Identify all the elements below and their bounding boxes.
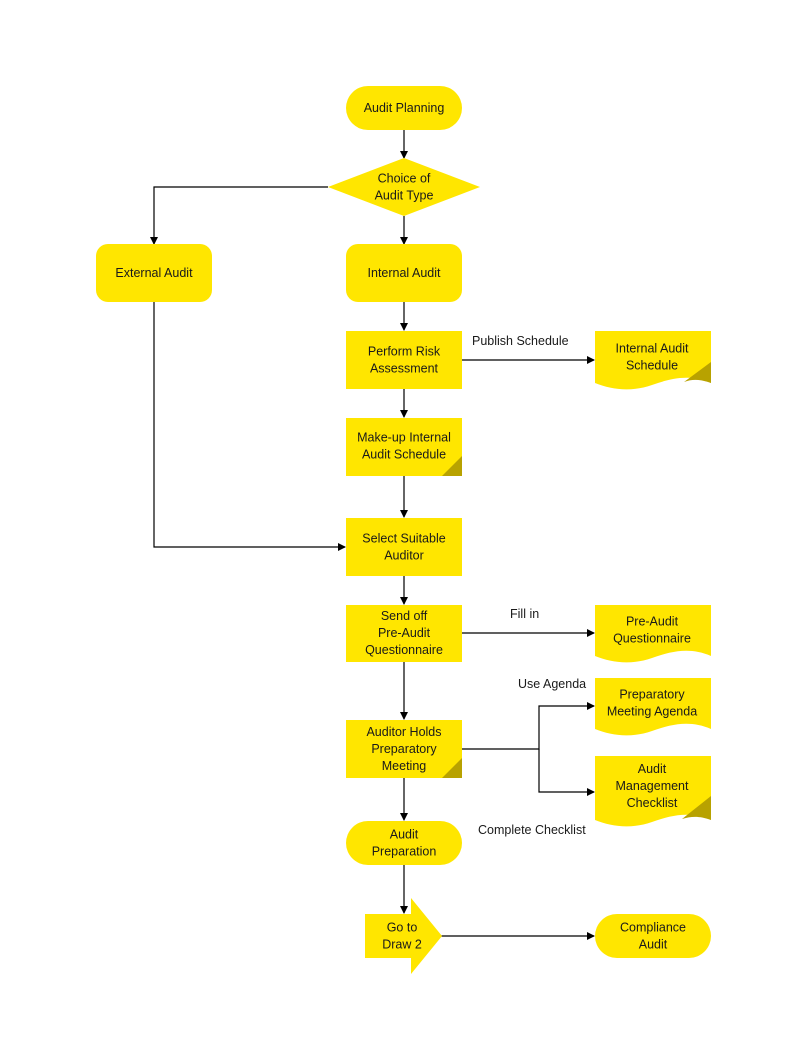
node-choice-audit-type[interactable]: Choice of Audit Type	[328, 158, 480, 216]
node-label-line: Choice of	[378, 172, 431, 186]
edge-meeting-to-agenda-doc	[462, 702, 595, 750]
node-label-line: Internal Audit	[368, 266, 441, 280]
node-label-line: Pre-Audit	[378, 626, 431, 640]
node-label-line: Schedule	[626, 359, 678, 373]
node-label-line: Audit Type	[375, 189, 434, 203]
edge-label-use-agenda: Use Agenda	[518, 677, 586, 691]
node-internal-audit[interactable]: Internal Audit	[346, 244, 462, 302]
edge-external-to-select	[153, 302, 346, 551]
edge-label-fill-in: Fill in	[510, 607, 539, 621]
node-label-line: Assessment	[370, 362, 439, 376]
node-label: Audit Planning	[364, 101, 445, 115]
node-label-line: Pre-Audit	[626, 615, 679, 629]
node-label-line: Preparation	[372, 845, 437, 859]
node-select-suitable-auditor[interactable]: Select Suitable Auditor	[346, 518, 462, 576]
node-label-line: Audit	[639, 938, 668, 952]
node-label-line: Select Suitable	[362, 532, 445, 546]
node-label-line: External Audit	[115, 266, 193, 280]
node-compliance-audit[interactable]: Compliance Audit	[595, 914, 711, 958]
node-label-line: Questionnaire	[613, 632, 691, 646]
node-label-line: Compliance	[620, 921, 686, 935]
node-label-line: Internal Audit	[616, 342, 689, 356]
node-label-line: Management	[616, 779, 689, 793]
node-label-line: Make-up Internal	[357, 431, 451, 445]
node-label-line: Checklist	[627, 796, 678, 810]
node-internal-audit-schedule-doc[interactable]: Internal Audit Schedule	[595, 331, 711, 390]
node-preparatory-meeting-agenda-doc[interactable]: Preparatory Meeting Agenda	[595, 678, 711, 736]
node-label-line: Audit Schedule	[362, 448, 446, 462]
edge-label-complete-checklist: Complete Checklist	[478, 823, 586, 837]
node-audit-management-checklist-doc[interactable]: Audit Management Checklist	[595, 756, 711, 827]
flowchart-canvas: Publish Schedule Fill in Use Agenda Comp…	[96, 86, 711, 974]
node-label: Internal Audit	[368, 266, 441, 280]
node-label-line: Questionnaire	[365, 643, 443, 657]
node-label-line: Audit	[638, 762, 667, 776]
edge-meeting-to-checklist-doc	[538, 749, 595, 796]
node-label-line: Preparatory	[371, 742, 437, 756]
node-external-audit[interactable]: External Audit	[96, 244, 212, 302]
node-audit-preparation[interactable]: Audit Preparation	[346, 821, 462, 865]
node-auditor-holds-meeting[interactable]: Auditor Holds Preparatory Meeting	[346, 720, 462, 778]
node-label-line: Draw 2	[382, 938, 422, 952]
node-label-line: Auditor Holds	[366, 725, 441, 739]
edge-choice-to-external	[150, 186, 328, 245]
node-send-off-questionnaire[interactable]: Send off Pre-Audit Questionnaire	[346, 605, 462, 662]
node-label-line: Send off	[381, 609, 428, 623]
node-label-line: Audit	[390, 828, 419, 842]
edge-label-publish-schedule: Publish Schedule	[472, 334, 569, 348]
node-label-line: Go to	[387, 921, 418, 935]
node-label: External Audit	[115, 266, 193, 280]
node-label-line: Meeting	[382, 759, 427, 773]
node-perform-risk-assessment[interactable]: Perform Risk Assessment	[346, 331, 462, 389]
node-label-line: Auditor	[384, 549, 424, 563]
node-pre-audit-questionnaire-doc[interactable]: Pre-Audit Questionnaire	[595, 605, 711, 663]
edge-labels: Publish Schedule Fill in Use Agenda Comp…	[472, 334, 586, 837]
node-audit-planning[interactable]: Audit Planning	[346, 86, 462, 130]
node-label-line: Preparatory	[619, 688, 685, 702]
node-label-line: Meeting Agenda	[607, 705, 697, 719]
node-makeup-internal-schedule[interactable]: Make-up Internal Audit Schedule	[346, 418, 462, 476]
node-label-line: Audit Planning	[364, 101, 445, 115]
node-label-line: Perform Risk	[368, 345, 441, 359]
